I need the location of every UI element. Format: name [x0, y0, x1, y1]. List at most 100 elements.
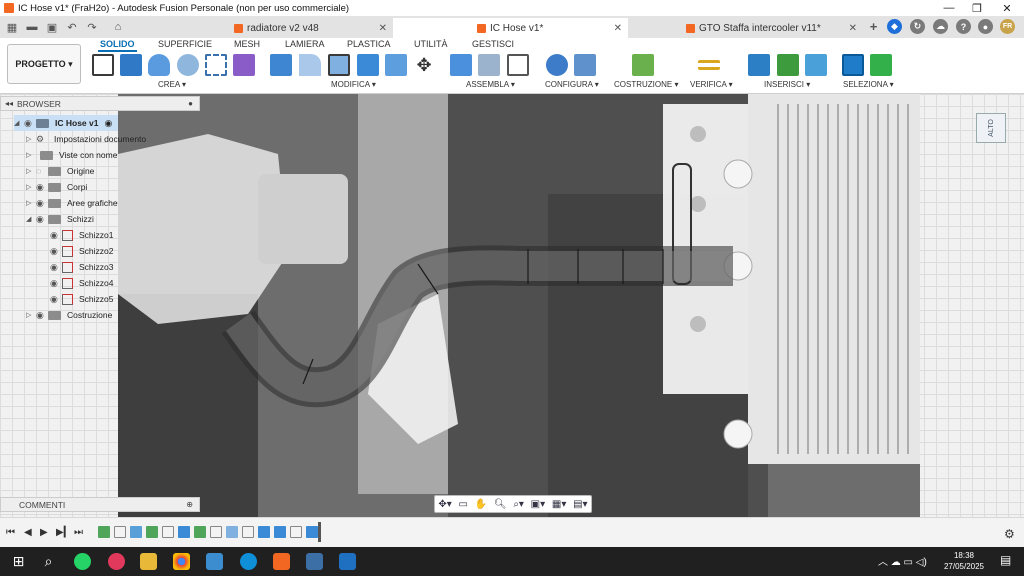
- pan-icon[interactable]: ✋: [475, 499, 487, 510]
- visibility-eye-icon[interactable]: ◉: [50, 294, 62, 305]
- expand-arrow-icon[interactable]: ▷: [26, 199, 36, 207]
- pattern-icon[interactable]: [205, 54, 227, 76]
- step-forward-icon[interactable]: ▶▎: [56, 527, 71, 538]
- timeline-sketch-icon[interactable]: [162, 526, 174, 538]
- activate-radio-icon[interactable]: ◉: [104, 118, 112, 129]
- joint-icon[interactable]: [478, 54, 500, 76]
- tab-radiatore[interactable]: radiatore v2 v48 ✕: [158, 18, 393, 38]
- expand-arrow-icon[interactable]: ▷: [26, 167, 36, 175]
- tree-impostazioni[interactable]: ▷ ⚙ Impostazioni documento: [26, 131, 146, 147]
- visibility-eye-icon[interactable]: ◉: [36, 214, 48, 225]
- help-icon[interactable]: ?: [956, 19, 971, 34]
- expand-arrow-icon[interactable]: ▷: [26, 151, 36, 159]
- timeline-sketch-icon[interactable]: [290, 526, 302, 538]
- tree-schizzo4[interactable]: ◉ Schizzo4: [50, 275, 114, 291]
- timeline-feature-icon[interactable]: [178, 526, 190, 538]
- insert-mesh-icon[interactable]: [777, 54, 799, 76]
- calculator-icon[interactable]: [306, 553, 323, 570]
- visibility-eye-icon[interactable]: ◉: [24, 118, 36, 129]
- select-icon[interactable]: [842, 54, 864, 76]
- configure-table-icon[interactable]: [574, 54, 596, 76]
- undo-icon[interactable]: ↶: [62, 16, 82, 38]
- selection-filter-icon[interactable]: [870, 54, 892, 76]
- zoom-icon[interactable]: 🔍︎: [494, 499, 507, 510]
- expand-arrow-icon[interactable]: ▷: [26, 311, 36, 319]
- form-icon[interactable]: [233, 54, 255, 76]
- fillet-icon[interactable]: [299, 54, 321, 76]
- timeline-settings-gear-icon[interactable]: ⚙: [1004, 527, 1015, 541]
- chrome-icon[interactable]: [173, 553, 190, 570]
- notification-center-icon[interactable]: ▤: [1000, 553, 1011, 567]
- redo-icon[interactable]: ↷: [82, 16, 102, 38]
- tab-gto-staffa[interactable]: GTO Staffa intercooler v11* ✕: [628, 18, 863, 38]
- fusion-taskbar-icon[interactable]: [273, 553, 290, 570]
- timeline-feature-icon[interactable]: [226, 526, 238, 538]
- tab-superficie[interactable]: SUPERFICIE: [158, 39, 212, 49]
- hole-icon[interactable]: [177, 54, 199, 76]
- home-icon[interactable]: ⌂: [108, 16, 128, 38]
- look-at-icon[interactable]: ▭: [459, 499, 468, 510]
- press-pull-icon[interactable]: [270, 54, 292, 76]
- timeline-sketch-icon[interactable]: [242, 526, 254, 538]
- visibility-eye-icon[interactable]: ◌: [36, 166, 48, 176]
- timeline-feature-icon[interactable]: [98, 526, 110, 538]
- browser-pin-icon[interactable]: ●: [188, 99, 193, 108]
- close-window-button[interactable]: ✕: [992, 0, 1022, 16]
- group-inserisci[interactable]: INSERISCI ▾: [764, 80, 810, 89]
- notifications-icon[interactable]: ☁: [933, 19, 948, 34]
- go-to-start-icon[interactable]: ⏮: [6, 527, 15, 538]
- tree-viste[interactable]: ▷ Viste con nome: [26, 147, 117, 163]
- timeline-feature-icon[interactable]: [274, 526, 286, 538]
- tree-origine[interactable]: ▷ ◌ Origine: [26, 163, 94, 179]
- as-built-joint-icon[interactable]: [507, 54, 529, 76]
- collapse-arrow-icon[interactable]: ◢: [26, 215, 36, 223]
- extrude-icon[interactable]: [120, 54, 142, 76]
- file-explorer-icon[interactable]: [140, 553, 157, 570]
- timeline-feature-icon[interactable]: [130, 526, 142, 538]
- music-app-icon[interactable]: [108, 553, 125, 570]
- viewports-icon[interactable]: ▤▾: [573, 499, 587, 510]
- play-icon[interactable]: ▶: [40, 527, 48, 538]
- insert-derive-icon[interactable]: [748, 54, 770, 76]
- tab-mesh[interactable]: MESH: [234, 39, 260, 49]
- grid-menu-icon[interactable]: ▦: [2, 16, 22, 38]
- tree-schizzo3[interactable]: ◉ Schizzo3: [50, 259, 114, 275]
- create-sketch-icon[interactable]: [92, 54, 114, 76]
- design-viewport[interactable]: [0, 94, 1024, 517]
- group-seleziona[interactable]: SELEZIONA ▾: [843, 80, 894, 89]
- timeline-marker[interactable]: [318, 522, 321, 542]
- file-menu-icon[interactable]: ▬: [22, 16, 42, 38]
- tree-schizzo1[interactable]: ◉ Schizzo1: [50, 227, 114, 243]
- tree-schizzo5[interactable]: ◉ Schizzo5: [50, 291, 114, 307]
- tab-lamiera[interactable]: LAMIERA: [285, 39, 325, 49]
- timeline-feature-icon[interactable]: [306, 526, 318, 538]
- timeline-feature-icon[interactable]: [146, 526, 158, 538]
- expand-arrow-icon[interactable]: ▷: [26, 135, 36, 143]
- shell-icon[interactable]: [328, 54, 350, 76]
- comments-add-icon[interactable]: ⊕: [186, 500, 193, 509]
- construction-plane-icon[interactable]: [632, 54, 654, 76]
- timeline-sketch-icon[interactable]: [210, 526, 222, 538]
- collapse-browser-icon[interactable]: ◂◂: [1, 99, 17, 108]
- new-tab-icon[interactable]: +: [866, 19, 881, 34]
- tab-solido[interactable]: SOLIDO: [98, 39, 137, 52]
- timeline-sketch-icon[interactable]: [114, 526, 126, 538]
- save-icon[interactable]: ▣: [42, 16, 62, 38]
- visibility-eye-icon[interactable]: ◉: [36, 182, 48, 193]
- viewcube[interactable]: ALTO: [976, 113, 1006, 143]
- go-to-end-icon[interactable]: ⏭: [74, 527, 83, 538]
- measure-icon[interactable]: [698, 60, 720, 70]
- whatsapp-icon[interactable]: [74, 553, 91, 570]
- tree-root[interactable]: ◢ ◉ IC Hose v1 ◉: [14, 115, 119, 131]
- group-costruzione[interactable]: COSTRUZIONE ▾: [614, 80, 678, 89]
- display-settings-icon[interactable]: ▣▾: [531, 499, 545, 510]
- project-button[interactable]: PROGETTO ▾: [7, 44, 81, 84]
- tree-schizzi[interactable]: ◢ ◉ Schizzi: [26, 211, 94, 227]
- step-back-icon[interactable]: ◀: [24, 527, 32, 538]
- close-tab-icon[interactable]: ✕: [849, 23, 857, 34]
- tree-costruzione[interactable]: ▷ ◉ Costruzione: [26, 307, 112, 323]
- group-verifica[interactable]: VERIFICA ▾: [690, 80, 733, 89]
- tab-ic-hose[interactable]: IC Hose v1* ✕: [393, 18, 628, 38]
- tray-icons[interactable]: ︿ ☁ ▭ ◁): [878, 553, 927, 568]
- orbit-icon[interactable]: ✥▾: [438, 499, 451, 510]
